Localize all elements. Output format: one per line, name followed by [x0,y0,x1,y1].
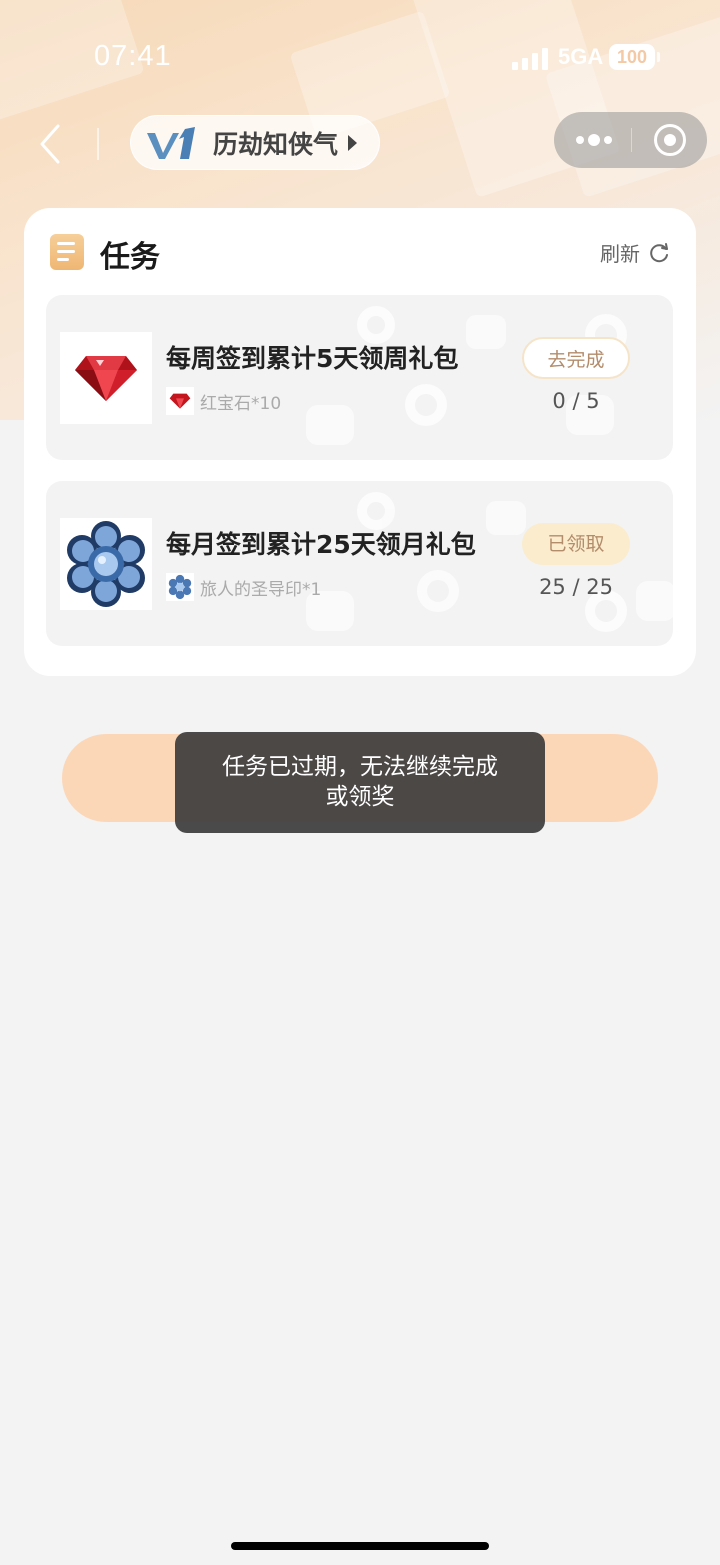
ruby-image [60,332,152,424]
task-progress: 0 / 5 [552,389,600,413]
level-title-pill[interactable]: 历劫知侠气 [130,115,380,170]
status-bar: 07:41 5GA 100 [0,0,720,116]
status-time: 07:41 [94,40,172,72]
task-reward: 红宝石*10 [166,387,281,415]
signal-icon [512,46,548,70]
task-list-icon [50,234,84,270]
task-title: 每月签到累计25天领月礼包 [166,530,476,559]
mini-program-capsule [554,112,707,168]
battery-icon: 100 [609,44,655,70]
expired-toast: 任务已过期，无法继续完成 或领奖 [175,732,545,833]
refresh-icon [650,242,668,262]
task-card: 任务 刷新 每周签到累计5天领周礼包 红宝石*10 去完成 0 / 5 每月签到… [24,208,696,676]
task-item: 每月签到累计25天领月礼包 旅人的圣导印*1 已领取 25 / 25 [46,481,673,646]
v1-badge-icon [147,126,195,159]
toast-line-2: 或领奖 [325,784,395,810]
home-indicator [231,1542,489,1550]
more-icon[interactable] [576,112,612,168]
refresh-label: 刷新 [600,242,640,266]
capsule-divider [631,128,632,152]
section-title: 任务 [100,240,160,275]
ruby-mini-icon [166,387,194,415]
task-progress: 25 / 25 [539,575,613,599]
seal-image [60,518,152,610]
reward-label: 旅人的圣导印*1 [200,579,322,600]
toast-line-1: 任务已过期，无法继续完成 [222,754,498,780]
seal-mini-icon [166,573,194,601]
refresh-button[interactable]: 刷新 [600,238,670,267]
caret-right-icon [348,134,358,151]
page-title: 历劫知侠气 [213,129,339,159]
reward-label: 红宝石*10 [200,393,282,414]
claimed-badge: 已领取 [522,523,630,565]
nav-divider [97,128,99,160]
holy-seal-icon [67,521,145,607]
close-miniprogram-icon[interactable] [654,124,686,156]
task-reward: 旅人的圣导印*1 [166,573,321,601]
task-title: 每周签到累计5天领周礼包 [166,344,459,373]
network-label: 5GA [558,44,604,69]
ruby-icon [75,356,137,401]
task-item: 每周签到累计5天领周礼包 红宝石*10 去完成 0 / 5 [46,295,673,460]
battery-tip [657,52,660,62]
back-arrow-icon [40,124,60,164]
navigation-bar: 历劫知侠气 [0,110,720,178]
back-button[interactable] [34,122,74,166]
go-complete-button[interactable]: 去完成 [522,337,630,379]
